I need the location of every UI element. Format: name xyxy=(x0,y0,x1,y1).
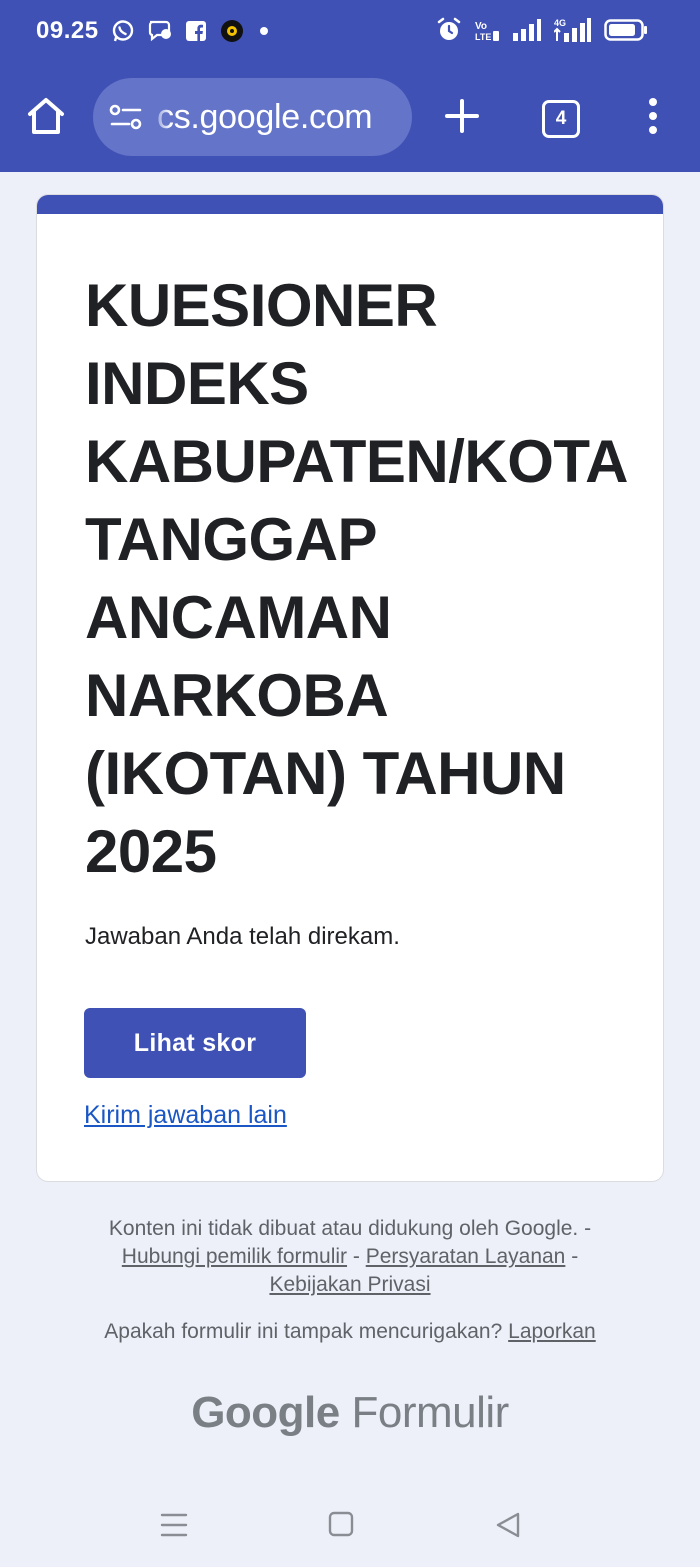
terms-link[interactable]: Persyaratan Layanan xyxy=(366,1245,566,1268)
browser-topbar: 09.25 Vo LTE 4G cs.google.com 4 xyxy=(0,0,700,172)
url-fade xyxy=(149,78,171,156)
form-title: KUESIONER INDEKS KABUPATEN/KOTA TANGGAP … xyxy=(85,272,626,885)
volte-icon: Vo LTE xyxy=(475,21,499,42)
recents-button[interactable] xyxy=(160,1510,188,1545)
nav-back-button[interactable] xyxy=(494,1510,522,1545)
dot-icon xyxy=(260,27,268,35)
volte-label-lte: LTE xyxy=(475,32,491,42)
footer-separator: - xyxy=(347,1245,366,1268)
contact-owner-link[interactable]: Hubungi pemilik formulir xyxy=(122,1245,347,1268)
facebook-icon xyxy=(186,21,206,41)
app-icon xyxy=(221,20,243,42)
status-bar: 09.25 Vo LTE 4G xyxy=(0,0,700,62)
card-accent-bar xyxy=(37,195,663,214)
nav-home-button[interactable] xyxy=(328,1510,354,1543)
browser-toolbar: cs.google.com 4 xyxy=(0,62,700,172)
new-tab-button[interactable] xyxy=(442,96,482,141)
system-icons: Vo LTE 4G xyxy=(436,16,648,44)
privacy-link[interactable]: Kebijakan Privasi xyxy=(269,1273,430,1296)
whatsapp-icon xyxy=(112,20,134,42)
menu-lines-icon xyxy=(160,1513,188,1537)
battery-icon xyxy=(604,19,647,41)
notification-icons xyxy=(111,18,271,44)
home-icon xyxy=(28,98,64,134)
footer-separator: - xyxy=(565,1245,579,1268)
brand-product: Formulir xyxy=(351,1388,509,1437)
status-time: 09.25 xyxy=(36,17,99,44)
back-triangle-icon xyxy=(496,1512,520,1538)
more-vertical-icon xyxy=(649,98,657,134)
disclaimer-text: Konten ini tidak dibuat atau didukung ol… xyxy=(108,1217,592,1240)
signal-icon xyxy=(513,19,541,41)
volte-label: Vo xyxy=(475,21,487,32)
plus-icon xyxy=(445,99,479,133)
url-text: cs.google.com xyxy=(157,98,373,136)
brand-google: Google xyxy=(191,1388,340,1437)
url-bar[interactable]: cs.google.com xyxy=(93,78,412,156)
report-question: Apakah formulir ini tampak mencurigakan? xyxy=(104,1320,503,1343)
network-label: 4G xyxy=(554,18,566,28)
home-button[interactable] xyxy=(24,94,68,138)
footer-disclaimer: Konten ini tidak dibuat atau didukung ol… xyxy=(40,1215,660,1299)
overflow-menu-button[interactable] xyxy=(644,96,662,141)
form-card: KUESIONER INDEKS KABUPATEN/KOTA TANGGAP … xyxy=(36,194,664,1182)
square-icon xyxy=(328,1511,354,1537)
4g-signal-icon: 4G xyxy=(554,18,591,42)
alarm-icon xyxy=(437,17,461,40)
system-navigation-bar xyxy=(0,1488,700,1567)
messenger-icon xyxy=(148,20,171,42)
report-line: Apakah formulir ini tampak mencurigakan?… xyxy=(40,1320,660,1344)
submit-another-response-link[interactable]: Kirim jawaban lain xyxy=(84,1101,287,1130)
confirmation-message: Jawaban Anda telah direkam. xyxy=(85,923,400,950)
google-forms-logo: Google Formulir xyxy=(0,1388,700,1438)
report-link[interactable]: Laporkan xyxy=(508,1320,596,1343)
view-score-button[interactable]: Lihat skor xyxy=(84,1008,306,1078)
tab-switcher-button[interactable]: 4 xyxy=(542,100,580,138)
site-settings-icon[interactable] xyxy=(109,103,143,131)
